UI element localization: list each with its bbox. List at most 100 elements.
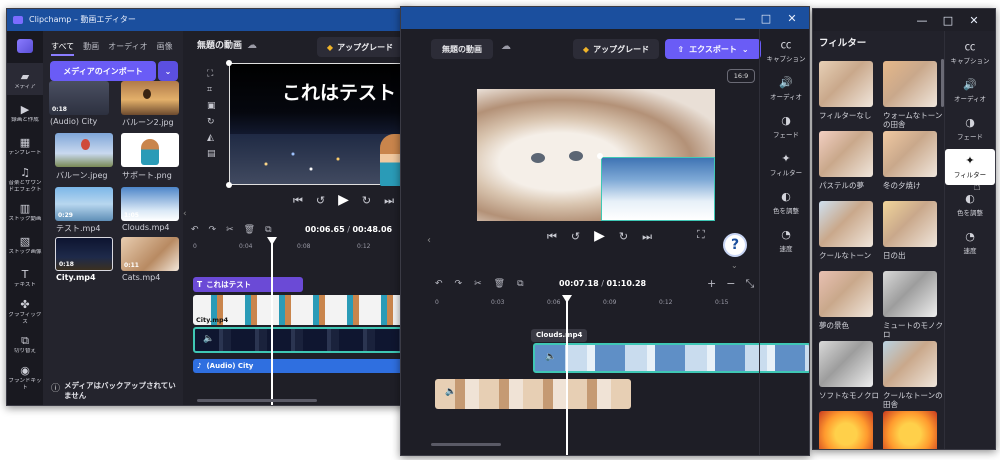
collapse-panel-icon[interactable]: ‹ bbox=[427, 235, 431, 246]
clouds-overlay[interactable] bbox=[601, 157, 715, 221]
nav-item[interactable]: ✤ グラフィックス bbox=[7, 296, 43, 328]
tool-contrast[interactable]: ◐ 色を調整 bbox=[945, 187, 995, 223]
text-clip[interactable]: T これはテスト bbox=[193, 277, 303, 292]
delete-icon[interactable]: 🗑 bbox=[244, 225, 255, 235]
upgrade-button[interactable]: ◆ アップグレード bbox=[317, 37, 403, 57]
nav-item[interactable]: ◉ ブランドキット bbox=[7, 362, 43, 394]
maximize-icon[interactable]: □ bbox=[757, 9, 775, 27]
fit-timeline-icon[interactable]: ⤡ bbox=[745, 277, 754, 291]
rewind-5-icon[interactable]: ↺ bbox=[571, 231, 580, 242]
filter-thumbnail[interactable] bbox=[819, 201, 873, 247]
undo-icon[interactable]: ↶ bbox=[191, 225, 199, 235]
zoom-out-icon[interactable]: − bbox=[726, 277, 735, 291]
split-icon[interactable]: ✂ bbox=[226, 225, 234, 235]
delete-icon[interactable]: 🗑 bbox=[494, 279, 505, 289]
tab-all[interactable]: すべて bbox=[51, 41, 75, 56]
tool-speed[interactable]: ◔ 速度 bbox=[945, 225, 995, 261]
close-icon[interactable]: ✕ bbox=[783, 9, 801, 27]
audio-clip[interactable]: ♪ (Audio) City bbox=[193, 359, 409, 373]
pip-icon[interactable]: ▣ bbox=[207, 101, 216, 111]
split-icon[interactable]: ✂ bbox=[474, 279, 482, 289]
duplicate-icon[interactable]: ⧉ bbox=[517, 279, 523, 289]
resize-handle[interactable] bbox=[597, 153, 603, 159]
filter-thumbnail[interactable] bbox=[883, 201, 937, 247]
aspect-ratio-button[interactable]: 16:9 bbox=[727, 69, 755, 83]
redo-icon[interactable]: ↷ bbox=[209, 225, 217, 235]
crop-icon[interactable]: ⌗ bbox=[207, 85, 216, 95]
tab-images[interactable]: 画像 bbox=[157, 41, 173, 56]
avatar-clip[interactable]: City.mp4 bbox=[193, 295, 409, 325]
minimize-icon[interactable]: — bbox=[731, 9, 749, 27]
media-item-audio-city[interactable]: 0:18 bbox=[49, 81, 109, 115]
tool-cc[interactable]: ㏄キャプション bbox=[945, 35, 995, 71]
tool-contrast[interactable]: ◐ 色を調整 bbox=[761, 185, 809, 221]
rewind-5-icon[interactable]: ↺ bbox=[316, 195, 325, 206]
media-item-support[interactable] bbox=[121, 133, 179, 167]
play-icon[interactable]: ▶ bbox=[594, 229, 605, 243]
import-media-button[interactable]: メディアのインポート bbox=[50, 61, 156, 81]
tool-speaker[interactable]: 🔊 オーディオ bbox=[945, 73, 995, 109]
tool-fade[interactable]: ◑ フェード bbox=[761, 109, 809, 145]
tool-wand[interactable]: ✦ フィルター bbox=[945, 149, 995, 185]
media-item-clouds[interactable]: 1:05 bbox=[121, 187, 179, 221]
help-button[interactable]: ? bbox=[723, 233, 747, 257]
media-item-balloon[interactable] bbox=[55, 133, 113, 167]
redo-icon[interactable]: ↷ bbox=[455, 279, 463, 289]
filter-thumbnail[interactable] bbox=[819, 341, 873, 387]
project-name-button[interactable]: 無題の動画 bbox=[431, 39, 493, 59]
media-item-balloon2[interactable] bbox=[121, 81, 179, 115]
timeline-scrollbar[interactable] bbox=[197, 399, 317, 402]
rotate-icon[interactable]: ↻ bbox=[207, 117, 216, 127]
tool-cc[interactable]: ㏄キャプション bbox=[761, 33, 809, 69]
nav-item[interactable]: ▥ ストック動画 bbox=[7, 197, 43, 229]
export-button[interactable]: ⇧ エクスポート ⌄ bbox=[665, 39, 761, 59]
resize-handle[interactable] bbox=[226, 182, 232, 188]
nav-item[interactable]: ⧉ 切り替え bbox=[7, 329, 43, 361]
nav-item[interactable]: ▦ テンプレート bbox=[7, 131, 43, 163]
playhead[interactable] bbox=[566, 297, 568, 455]
tab-audio[interactable]: オーディオ bbox=[108, 41, 147, 56]
play-icon[interactable]: ▶ bbox=[338, 193, 349, 207]
playhead-knob[interactable] bbox=[562, 295, 572, 303]
import-dropdown-button[interactable]: ⌄ bbox=[158, 61, 178, 81]
skip-end-icon[interactable]: ⏭ bbox=[384, 195, 394, 206]
nav-item[interactable]: ▰ メディア bbox=[7, 65, 43, 97]
filter-thumbnail[interactable] bbox=[819, 61, 873, 107]
filter-thumbnail[interactable] bbox=[819, 411, 873, 449]
nav-item[interactable]: ▧ ストック画像 bbox=[7, 230, 43, 262]
media-item-cats[interactable]: 0:11 bbox=[121, 237, 179, 271]
tool-speed[interactable]: ◔ 速度 bbox=[761, 223, 809, 259]
filter-thumbnail[interactable] bbox=[819, 131, 873, 177]
playhead[interactable] bbox=[271, 239, 273, 405]
clouds-clip[interactable]: 🔈 bbox=[533, 343, 809, 373]
media-item-city[interactable]: 0:18 bbox=[55, 237, 113, 271]
nav-item[interactable]: T テキスト bbox=[7, 263, 43, 295]
preview-caption[interactable]: これはテスト bbox=[282, 84, 396, 103]
skip-start-icon[interactable]: ⏮ bbox=[547, 231, 557, 242]
video-preview[interactable] bbox=[477, 89, 715, 221]
video-preview[interactable]: これはテスト bbox=[229, 63, 409, 186]
fit-icon[interactable]: ⛶ bbox=[207, 69, 216, 79]
duplicate-icon[interactable]: ⧉ bbox=[265, 225, 271, 235]
undo-icon[interactable]: ↶ bbox=[435, 279, 443, 289]
nav-item[interactable]: ♫ 音楽とサウンドエフェクト bbox=[7, 164, 43, 196]
fullscreen-icon[interactable]: ⛶ bbox=[697, 229, 705, 240]
tool-wand[interactable]: ✦ フィルター bbox=[761, 147, 809, 183]
close-icon[interactable]: ✕ bbox=[965, 11, 983, 29]
skip-start-icon[interactable]: ⏮ bbox=[293, 195, 303, 206]
filter-thumbnail[interactable] bbox=[819, 271, 873, 317]
media-item-test-video[interactable]: 0:29 bbox=[55, 187, 113, 221]
nav-item[interactable]: ▶ 録画と作成 bbox=[7, 98, 43, 130]
timeline-scrollbar[interactable] bbox=[431, 443, 501, 446]
tab-video[interactable]: 動画 bbox=[83, 41, 99, 56]
tool-fade[interactable]: ◑ フェード bbox=[945, 111, 995, 147]
city-clip[interactable]: 🔈 bbox=[193, 327, 409, 353]
filter-thumbnail[interactable] bbox=[883, 341, 937, 387]
filter-thumbnail[interactable] bbox=[883, 271, 937, 317]
playhead-knob[interactable] bbox=[267, 237, 277, 245]
chevron-down-icon[interactable]: ⌄ bbox=[731, 261, 738, 270]
backup-notice[interactable]: ⓘ メディアはバックアップされていません bbox=[51, 381, 181, 401]
cats-clip[interactable]: 🔈 bbox=[435, 379, 631, 409]
project-name[interactable]: 無題の動画 bbox=[197, 42, 242, 51]
forward-5-icon[interactable]: ↻ bbox=[619, 231, 628, 242]
